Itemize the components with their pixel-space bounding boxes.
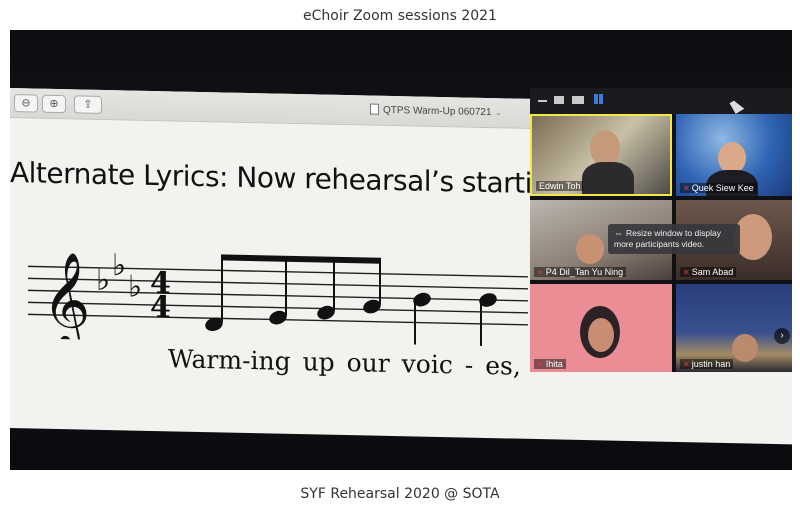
viewer-toolbar: ⊖ ⊕ ⇪ QTPS Warm-Up 060721 ⌄	[10, 88, 530, 129]
muted-mic-icon: ✕	[537, 268, 544, 277]
participant-shirt	[582, 162, 634, 194]
notes	[205, 292, 497, 332]
participant-name: ✕ justin han	[680, 359, 734, 369]
zoom-out-icon[interactable]: ⊖	[14, 94, 38, 113]
document-title-menu[interactable]: QTPS Warm-Up 060721 ⌄	[370, 103, 503, 119]
participant-tile[interactable]: ✕ Ihita	[530, 284, 672, 372]
minimize-icon[interactable]	[538, 100, 547, 102]
speaker-view-icon[interactable]	[572, 96, 584, 104]
participant-name: ✕ Quek Siew Kee	[680, 183, 757, 193]
svg-text:♭: ♭	[128, 269, 142, 304]
participant-video	[732, 334, 758, 362]
participant-name: ✕ Ihita	[534, 359, 566, 369]
participant-tile[interactable]: Edwin Toh	[530, 114, 672, 196]
music-staff: 𝄞 ♭ ♭ ♭ 4 4	[28, 248, 528, 349]
svg-text:4: 4	[150, 290, 171, 325]
key-signature-flats: ♭ ♭ ♭	[96, 248, 142, 305]
zoom-in-icon[interactable]: ⊕	[42, 94, 66, 114]
participant-tile[interactable]: ✕ Quek Siew Kee	[676, 114, 792, 196]
participant-video	[590, 130, 620, 166]
gallery-view-icon[interactable]	[594, 94, 604, 104]
beam	[221, 254, 381, 264]
alternate-lyrics-heading: Alternate Lyrics: Now rehearsal’s starti…	[10, 156, 567, 201]
photo-of-screen: ⊖ ⊕ ⇪ QTPS Warm-Up 060721 ⌄ Alternate Lyr…	[10, 30, 792, 470]
resize-window-tooltip: ⇔ Resize window to display more participa…	[608, 224, 740, 254]
muted-mic-icon: ✕	[537, 360, 544, 369]
share-icon[interactable]: ⇪	[74, 95, 102, 114]
muted-mic-icon: ✕	[683, 360, 690, 369]
participant-tile[interactable]: ✕ justin han	[676, 284, 792, 372]
sung-lyrics-line: Warm-ing up our voic - es,	[168, 344, 521, 381]
participant-name: ✕ P4 Dil_Tan Yu Ning	[534, 267, 627, 277]
participant-face	[588, 318, 614, 352]
top-caption: eChoir Zoom sessions 2021	[303, 8, 497, 24]
participant-name: ✕ Sam Abad	[680, 267, 737, 277]
participant-name: Edwin Toh	[536, 181, 584, 191]
window-mode-icon[interactable]	[554, 96, 564, 104]
gallery-view-controls	[530, 88, 792, 116]
document-icon	[370, 103, 379, 115]
chevron-down-icon: ⌄	[494, 107, 503, 118]
svg-text:♭: ♭	[96, 263, 110, 298]
document-title: QTPS Warm-Up 060721	[383, 104, 492, 119]
chevron-right-icon[interactable]: ›	[774, 328, 790, 344]
treble-clef-icon: 𝄞	[42, 252, 90, 349]
resize-arrows-icon: ⇔	[614, 228, 623, 238]
svg-text:♭: ♭	[112, 248, 126, 283]
muted-mic-icon: ✕	[683, 184, 690, 193]
time-signature: 4 4	[150, 266, 171, 325]
participant-gallery: Edwin Toh ✕ Quek Siew Kee ✕ P4 Dil_Tan Yu …	[530, 114, 792, 372]
bottom-caption: SYF Rehearsal 2020 @ SOTA	[300, 486, 500, 502]
muted-mic-icon: ✕	[683, 268, 690, 277]
participant-video	[576, 234, 604, 264]
